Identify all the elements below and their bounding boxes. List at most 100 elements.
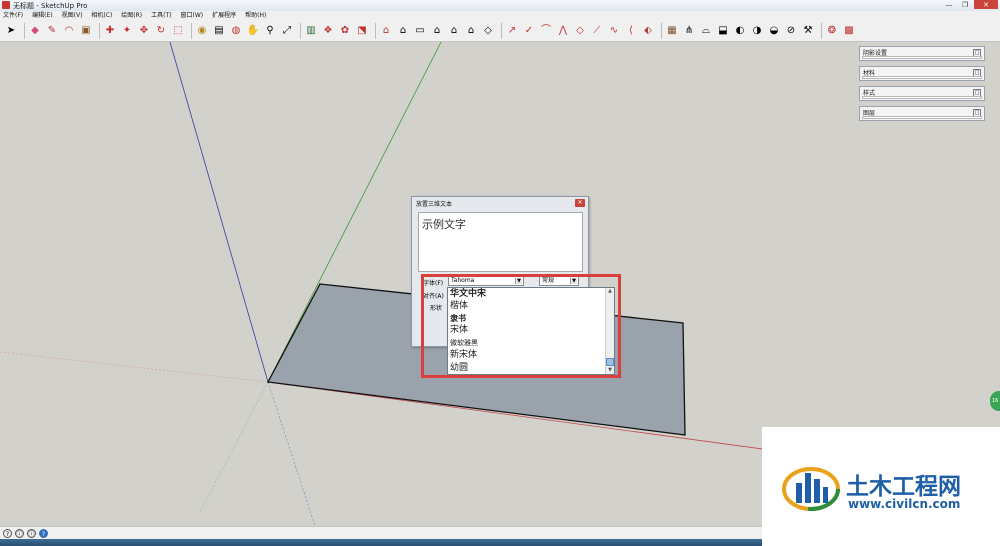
font-option[interactable]: 幼圆 (450, 363, 468, 374)
drape-icon[interactable]: ▦ (665, 24, 679, 38)
component-icon[interactable]: ❖ (321, 24, 335, 38)
hidden-line-icon[interactable]: ⌒ (539, 24, 553, 38)
sandbox-icon[interactable]: ∿ (607, 24, 621, 38)
follow-me-icon[interactable]: ✦ (120, 24, 134, 38)
help-icon[interactable]: ? (3, 528, 12, 538)
close-button[interactable]: ✕ (974, 0, 998, 9)
text-input[interactable]: 示例文字 (418, 212, 583, 272)
menu-bar: 文件(F) 编辑(E) 视图(V) 相机(C) 绘图(R) 工具(T) 窗口(W… (0, 11, 1000, 20)
list-scrollbar[interactable]: ▲ ▼ (605, 288, 614, 374)
front-view-icon[interactable]: ⌂ (430, 24, 444, 38)
split-icon[interactable]: ⚒ (801, 24, 815, 38)
scale-icon[interactable]: ⬚ (171, 24, 185, 38)
main-toolbar: ➤ ◆ ✎ ◠ ▣ ✚ ✦ ✥ ↻ ⬚ ◉ ▤ ◍ ✋ ⚲ ⤢ ▥ ❖ ✿ ⬔ … (0, 20, 1000, 42)
tray-bar (862, 116, 982, 119)
outer-shell-icon[interactable]: ⬓ (716, 24, 730, 38)
watermark-name: 土木工程网 (846, 474, 961, 500)
toolbar-separator (191, 22, 192, 39)
window-controls: — ❐ ✕ (942, 0, 998, 10)
flip-edge-icon[interactable]: ⌓ (699, 24, 713, 38)
font-dropdown-list[interactable]: 华文中宋 楷体 隶书 宋体 微软雅黑 新宋体 幼圆 ▲ ▼ (447, 287, 615, 375)
watermark: 土木工程网 www.civilcn.com (762, 427, 1000, 546)
font-option[interactable]: 华文中宋 (450, 289, 486, 300)
scroll-thumb[interactable] (606, 358, 614, 366)
font-option[interactable]: 微软雅黑 (450, 338, 478, 349)
arc-icon[interactable]: ◠ (62, 24, 76, 38)
section-icon[interactable]: ⬔ (355, 24, 369, 38)
eraser-icon[interactable]: ◆ (28, 24, 42, 38)
scroll-down-icon[interactable]: ▼ (606, 367, 614, 374)
trim-icon[interactable]: ⊘ (784, 24, 798, 38)
maximize-button[interactable]: ❐ (958, 0, 972, 9)
warehouse-icon[interactable]: ▥ (304, 24, 318, 38)
iso-view-icon[interactable]: ⌂ (396, 24, 410, 38)
shaded-icon[interactable]: ⋀ (556, 24, 570, 38)
push-pull-icon[interactable]: ✚ (103, 24, 117, 38)
menu-window[interactable]: 窗口(W) (181, 11, 204, 20)
menu-edit[interactable]: 编辑(E) (32, 11, 52, 20)
menu-view[interactable]: 视图(V) (62, 11, 83, 20)
menu-extensions[interactable]: 扩展程序 (212, 11, 236, 20)
toolbar-separator (24, 22, 25, 39)
toolbar-separator (99, 22, 100, 39)
text-icon[interactable]: ▤ (212, 24, 226, 38)
pan-icon[interactable]: ✋ (246, 24, 260, 38)
instructor-icon[interactable]: ? (39, 528, 48, 538)
menu-tools[interactable]: 工具(T) (151, 11, 171, 20)
tray-layers[interactable]: 图层 □ (859, 106, 985, 121)
textured-icon[interactable]: ◇ (573, 24, 587, 38)
dialog-close-button[interactable]: ✕ (575, 199, 585, 207)
tray-shadows[interactable]: 阴影设置 □ (859, 46, 985, 61)
chevron-down-icon[interactable]: ▼ (515, 278, 522, 284)
monochrome-icon[interactable]: ⟋ (590, 24, 604, 38)
minimize-button[interactable]: — (942, 0, 956, 9)
wireframe-icon[interactable]: ✓ (522, 24, 536, 38)
chevron-down-icon[interactable]: ▼ (570, 278, 577, 284)
smoove-icon[interactable]: ⟨ (624, 24, 638, 38)
paint-icon[interactable]: ✿ (338, 24, 352, 38)
left-view-icon[interactable]: ◇ (481, 24, 495, 38)
font-option[interactable]: 隶书 (450, 313, 466, 324)
menu-help[interactable]: 帮助(H) (245, 11, 266, 20)
user-icon[interactable]: ⓘ (27, 528, 36, 538)
blue-axis-negative (267, 381, 316, 526)
rotate-icon[interactable]: ↻ (154, 24, 168, 38)
tape-measure-icon[interactable]: ◉ (195, 24, 209, 38)
stamp-icon[interactable]: ⬖ (641, 24, 655, 38)
rectangle-icon[interactable]: ▣ (79, 24, 93, 38)
scroll-up-icon[interactable]: ▲ (606, 288, 614, 295)
tray-bar (862, 76, 982, 79)
tray-materials[interactable]: 材料 □ (859, 66, 985, 81)
font-select[interactable]: Tahoma ▼ (448, 276, 524, 286)
side-float-tab[interactable]: 16 (990, 391, 1000, 411)
toolbar-separator (661, 22, 662, 39)
tray-styles[interactable]: 样式 □ (859, 86, 985, 101)
orbit-icon[interactable]: ◍ (229, 24, 243, 38)
zoom-icon[interactable]: ⚲ (263, 24, 277, 38)
menu-camera[interactable]: 相机(C) (91, 11, 112, 20)
blue-axis (169, 42, 269, 383)
extension-icon[interactable]: ▩ (842, 24, 856, 38)
font-option[interactable]: 楷体 (450, 301, 468, 312)
right-view-icon[interactable]: ⌂ (447, 24, 461, 38)
font-select-value: Tahoma (451, 277, 475, 284)
camera-icon[interactable]: ⌂ (379, 24, 393, 38)
style-select[interactable]: 常规 ▼ (539, 276, 579, 286)
font-option[interactable]: 宋体 (450, 325, 468, 336)
zoom-extents-icon[interactable]: ⤢ (280, 24, 294, 38)
xray-icon[interactable]: ↗ (505, 24, 519, 38)
subtract-icon[interactable]: ◒ (767, 24, 781, 38)
menu-file[interactable]: 文件(F) (3, 11, 23, 20)
font-option[interactable]: 新宋体 (450, 350, 477, 361)
top-view-icon[interactable]: ▭ (413, 24, 427, 38)
menu-draw[interactable]: 绘图(R) (121, 11, 142, 20)
info-icon[interactable]: ⓘ (15, 528, 24, 538)
select-icon[interactable]: ➤ (4, 24, 18, 38)
union-icon[interactable]: ◑ (750, 24, 764, 38)
back-view-icon[interactable]: ⌂ (464, 24, 478, 38)
pencil-icon[interactable]: ✎ (45, 24, 59, 38)
add-detail-icon[interactable]: ⋔ (682, 24, 696, 38)
ruby-icon[interactable]: ❂ (825, 24, 839, 38)
intersect-icon[interactable]: ◐ (733, 24, 747, 38)
move-icon[interactable]: ✥ (137, 24, 151, 38)
